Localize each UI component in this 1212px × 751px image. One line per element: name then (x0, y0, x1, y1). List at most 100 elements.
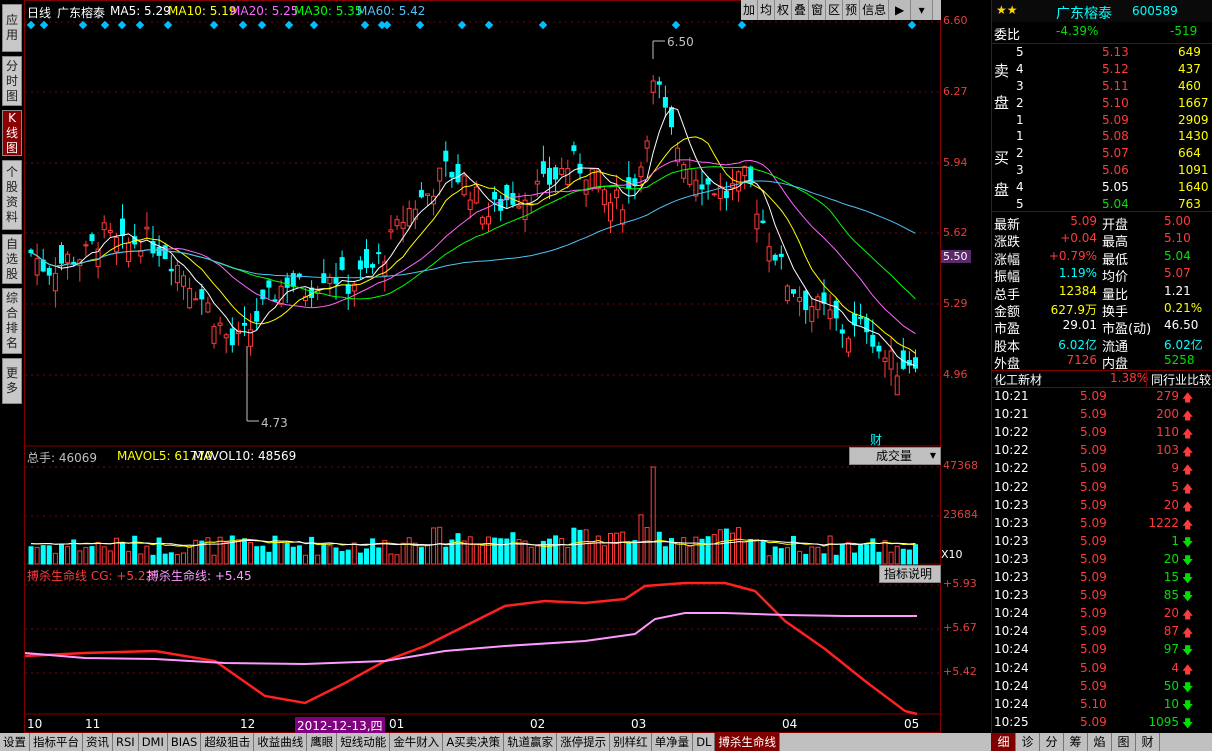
sidebar-tab-4[interactable]: 自选股 (2, 234, 22, 284)
sidebar-tab-6[interactable]: 更多 (2, 358, 22, 404)
candle-body (120, 218, 125, 237)
toolbar-btn-5[interactable]: 区 (826, 0, 844, 20)
tick-volume: 20 (1163, 497, 1179, 512)
toolbar-btn-6[interactable]: 预 (843, 0, 861, 20)
volume-bar (644, 526, 650, 565)
candle-body (181, 275, 186, 287)
bottom-tab-15[interactable]: 单净量 (652, 733, 694, 751)
signal-diamond-icon (238, 20, 248, 30)
sidebar-tab-1[interactable]: 分时图 (2, 56, 22, 106)
bottom-tab-12[interactable]: 轨道赢家 (504, 733, 558, 751)
bottom-tab-11[interactable]: A买卖决策 (443, 733, 505, 751)
volume-bar (589, 541, 595, 565)
toolbar-btn-1[interactable]: 均 (758, 0, 776, 20)
candle-body (211, 326, 217, 344)
toolbar-btn-3[interactable]: 叠 (792, 0, 810, 20)
toolbar-btn-0[interactable]: 加 (741, 0, 759, 20)
volume-bar (565, 547, 571, 565)
sidebar-tab-5[interactable]: 综合排名 (2, 288, 22, 354)
bottom-tab-14[interactable]: 别样红 (610, 733, 652, 751)
candle-body (827, 309, 833, 320)
candle-body (833, 300, 839, 319)
tick-price: 5.09 (1080, 443, 1107, 458)
quote-tab-4[interactable]: 焰 (1088, 733, 1112, 751)
toolbar-btn-4[interactable]: 窗 (809, 0, 827, 20)
bottom-tab-6[interactable]: 超级狙击 (201, 733, 255, 751)
quote-tab-2[interactable]: 分 (1040, 733, 1064, 751)
quote-tab-1[interactable]: 诊 (1016, 733, 1040, 751)
candle-body (614, 189, 620, 199)
chart-area[interactable]: 日线 广东榕泰 MA5: 5.29 MA10: 5.19 MA20: 5.25 … (24, 0, 942, 734)
quote-tab-0[interactable]: 细 (992, 733, 1016, 751)
finance-marker[interactable]: 财 (870, 431, 882, 448)
candle-body (797, 297, 803, 302)
toolbar-btn-2[interactable]: 权 (775, 0, 793, 20)
bottom-tab-17[interactable]: 搏杀生命线 (715, 733, 780, 751)
bottom-tab-7[interactable]: 收益曲线 (254, 733, 308, 751)
bottom-tab-0[interactable]: 设置 (0, 733, 30, 751)
period-label[interactable]: 日线 (27, 4, 51, 21)
volume-bar (845, 542, 851, 565)
bottom-tab-16[interactable]: DL (693, 733, 716, 751)
candle-body (345, 284, 351, 294)
industry-compare-button[interactable]: 同行业比较 (1146, 371, 1211, 388)
volume-bar (309, 536, 315, 565)
sidebar-tab-3[interactable]: 个股资料 (2, 160, 22, 230)
candle-body (547, 167, 552, 185)
tick-volume: 103 (1156, 443, 1179, 458)
arrow-up-icon: 🡅 (1182, 391, 1194, 404)
volume-bar (187, 547, 193, 565)
sell-price: 5.13 (1102, 45, 1129, 59)
stat-label: 股本 (994, 339, 1021, 355)
candle-body (187, 287, 193, 309)
volume-bar (357, 552, 363, 565)
candle-body (418, 190, 424, 198)
volume-bar (723, 528, 729, 565)
bottom-tab-1[interactable]: 指标平台 (30, 733, 83, 751)
tick-row: 10:24 5.10 10 🡇 (992, 697, 1212, 715)
candle-body (89, 234, 95, 242)
candle-body (455, 163, 461, 183)
bottom-tab-5[interactable]: BIAS (168, 733, 202, 751)
candle-body (644, 140, 650, 149)
tick-time: 10:23 (994, 551, 1029, 566)
play-icon[interactable]: ▶ (889, 0, 912, 20)
volume-bar (40, 545, 46, 565)
bottom-tab-2[interactable]: 资讯 (83, 733, 113, 751)
stat-value2: 1.21 (1164, 283, 1191, 298)
bottom-tab-4[interactable]: DMI (139, 733, 168, 751)
sidebar-tab-label: 应用 (6, 13, 19, 42)
candle-body (852, 313, 857, 326)
tick-time: 10:21 (994, 407, 1029, 422)
volume-bar (601, 545, 607, 565)
volume-bar (132, 535, 138, 565)
volume-bar (52, 552, 58, 565)
sidebar-tab-0[interactable]: 应用 (2, 4, 22, 52)
volume-bar (913, 544, 918, 565)
bottom-tab-13[interactable]: 涨停提示 (557, 733, 611, 751)
kline-chart-svg[interactable] (25, 1, 942, 734)
candle-body (699, 184, 705, 190)
bottom-tab-9[interactable]: 短线动能 (337, 733, 391, 751)
quote-tab-6[interactable]: 财 (1136, 733, 1160, 751)
signal-diamond-icon (309, 20, 319, 30)
buy-price: 5.04 (1102, 197, 1129, 211)
volume-total: 总手: 46069 (27, 451, 98, 465)
bottom-tab-8[interactable]: 鹰眼 (307, 733, 338, 751)
indicator-cg-label: 搏杀生命线 CG: +5.22 (27, 569, 154, 583)
quote-tab-5[interactable]: 图 (1112, 733, 1136, 751)
candle-body (839, 329, 845, 334)
bottom-tab-3[interactable]: RSI (113, 733, 139, 751)
indicator-help-button[interactable]: 指标说明 (879, 565, 941, 583)
candle-body (882, 357, 888, 363)
volume-indicator-select[interactable]: 成交量 ▼ (849, 447, 941, 465)
volume-bar (748, 538, 754, 565)
sidebar-tab-2[interactable]: K线图 (2, 110, 22, 156)
candle-body (193, 298, 199, 301)
bottom-tab-10[interactable]: 金牛财入 (390, 733, 444, 751)
quote-tab-3[interactable]: 筹 (1064, 733, 1088, 751)
toolbar-btn-7[interactable]: 信息 (860, 0, 890, 20)
volume-bar (168, 552, 174, 565)
star-icon[interactable]: ★★ (996, 3, 1018, 17)
chevron-down-icon[interactable]: ▾ (911, 0, 934, 20)
